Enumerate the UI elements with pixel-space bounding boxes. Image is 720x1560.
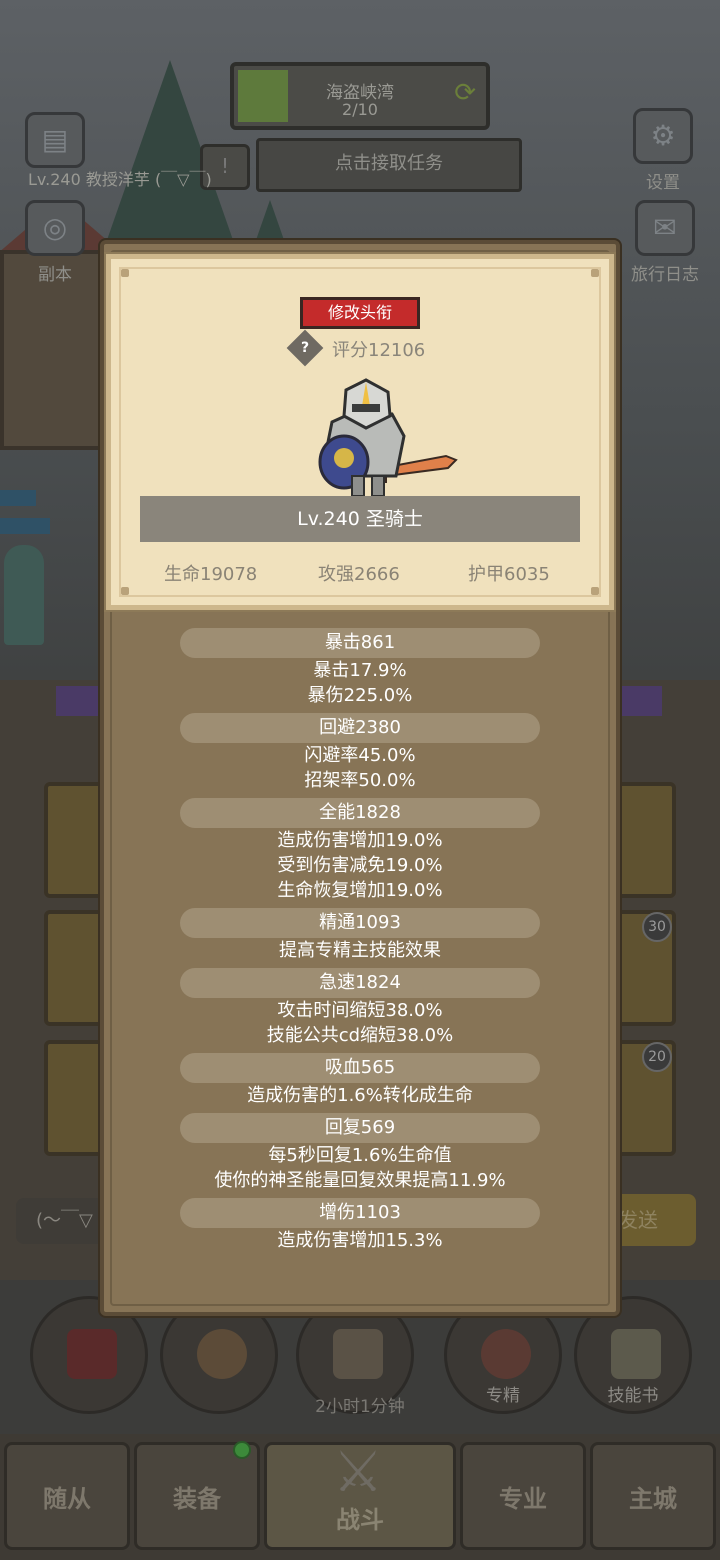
tab-main-city[interactable]: 主城 [590, 1442, 716, 1550]
settings-label: 设置 [646, 173, 680, 193]
card-rivet [591, 587, 599, 595]
dungeon-button[interactable]: ◎ 副本 [10, 200, 100, 285]
journal-icon: ✉ [635, 200, 695, 256]
stat-detail-line: 暴伤225.0% [307, 685, 413, 706]
stat-header: 回避2380 [180, 713, 540, 743]
equipment-slot[interactable] [44, 910, 108, 1026]
stat-detail-line: 技能公共cd缩短38.0% [266, 1025, 454, 1046]
dungeon-label: 副本 [38, 265, 72, 285]
gear-icon: ⚙ [633, 108, 693, 164]
card-rivet [121, 587, 129, 595]
stat-detail-line: 造成伤害的1.6%转化成生命 [247, 1085, 473, 1106]
map-progress-text: 2/10 [342, 100, 378, 119]
armor-stat: 护甲6035 [468, 564, 550, 585]
tab-profession[interactable]: 专业 [460, 1442, 586, 1550]
chest-icon [333, 1329, 383, 1379]
purple-bar [56, 686, 106, 716]
stat-header: 急速1824 [180, 968, 540, 998]
equipment-slot[interactable] [44, 1040, 108, 1156]
slot-level-badge: 30 [642, 912, 672, 942]
stat-header: 增伤1103 [180, 1198, 540, 1228]
card-rivet [591, 269, 599, 277]
question-mark-icon[interactable]: ? [292, 335, 318, 361]
settings-button[interactable]: ⚙ 设置 [618, 108, 708, 193]
stat-detail-line: 攻击时间缩短38.0% [277, 1000, 443, 1021]
score-text: 评分12106 [332, 340, 426, 361]
stat-header: 精通1093 [180, 908, 540, 938]
stat-detail-line: 提高专精主技能效果 [279, 940, 441, 961]
purple-bar [616, 686, 662, 716]
stat-detail-line: 使你的神圣能量回复效果提高11.9% [214, 1170, 506, 1191]
refresh-icon[interactable]: ⟳ [454, 78, 476, 108]
stat-detail-line: 招架率50.0% [304, 770, 416, 791]
stat-detail-line: 暴击17.9% [313, 660, 407, 681]
paladin-avatar [318, 378, 458, 497]
equipment-slot[interactable] [44, 782, 108, 898]
portal-icon: ◎ [25, 200, 85, 256]
bread-icon [197, 1329, 247, 1379]
skill-book-icon [611, 1329, 661, 1379]
secondary-stats-list: 暴击861 暴击17.9% 暴伤225.0% 回避2380 闪避率45.0% 招架率50.… [106, 628, 614, 1253]
stat-detail-line: 造成伤害增加15.3% [277, 1230, 443, 1251]
hero-sprite [4, 545, 44, 645]
stat-detail-line: 每5秒回复1.6%生命值 [268, 1145, 452, 1166]
tab-followers[interactable]: 随从 [4, 1442, 130, 1550]
chat-input[interactable]: (～￣▽ [16, 1198, 106, 1244]
stat-header: 全能1828 [180, 798, 540, 828]
stat-header: 回复569 [180, 1113, 540, 1143]
card-rivet [121, 269, 129, 277]
potion-icon [67, 1329, 117, 1379]
slot-level-badge: 20 [642, 1042, 672, 1072]
hero-hp-bar [0, 518, 50, 534]
hero-hp-bar [0, 490, 36, 506]
travel-log-button[interactable]: ✉ 旅行日志 [620, 200, 710, 285]
stat-detail-line: 生命恢复增加19.0% [277, 880, 443, 901]
stat-detail-line: 受到伤害减免19.0% [277, 855, 443, 876]
map-progress-bar[interactable]: 海盗峡湾 2/10 ⟳ [230, 62, 490, 130]
stat-detail-line: 闪避率45.0% [304, 745, 416, 766]
chest-timer: 2小时1分钟 [315, 1397, 405, 1417]
send-button[interactable]: 发送 [612, 1194, 696, 1246]
hp-stat: 生命19078 [164, 564, 258, 585]
equipment-slot[interactable] [612, 782, 676, 898]
quest-book-button[interactable]: ▤ [10, 112, 100, 172]
character-name-banner: Lv.240 圣骑士 [140, 496, 580, 542]
stat-detail-line: 造成伤害增加19.0% [277, 830, 443, 851]
specialization-icon [481, 1329, 531, 1379]
travel-log-label: 旅行日志 [631, 265, 699, 285]
book-icon: ▤ [25, 112, 85, 168]
change-title-button[interactable]: 修改头衔 [300, 297, 420, 329]
stat-header: 吸血565 [180, 1053, 540, 1083]
crossed-swords-icon: ⚔ [332, 1440, 384, 1505]
attack-stat: 攻强2666 [318, 564, 400, 585]
stat-header: 暴击861 [180, 628, 540, 658]
accept-quest-button[interactable]: 点击接取任务 [256, 138, 522, 192]
notification-dot [233, 1441, 251, 1459]
